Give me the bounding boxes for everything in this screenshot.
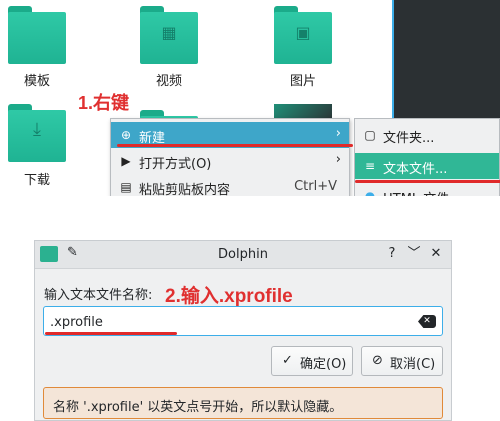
folder-label-videos: 视频	[155, 74, 182, 89]
folder-icon: ▢	[364, 128, 376, 142]
folder-label-downloads: 下载	[23, 173, 50, 188]
context-menu: ⊕ 新建 › ▶ 打开方式(O) › ▤ 粘贴剪贴板内容 Ctrl+V	[110, 118, 353, 196]
video-folder-icon[interactable]: ▦	[140, 6, 198, 64]
template-folder-icon[interactable]	[8, 6, 66, 64]
hidden-file-warning: 名称 '.xprofile' 以英文点号开始，所以默认隐藏。	[43, 387, 443, 419]
file-manager-view: 模板 ▦ 视频 ▣ 图片 ⤓ 下载 1.右键 ⊕ 新建 › ▶ 打开方式(O) …	[0, 0, 500, 196]
dialog-titlebar: ✎ Dolphin ? ﹀ ✕	[35, 241, 451, 269]
submenu-item-html-file[interactable]: ● HTML 文件	[355, 183, 499, 196]
folder-label-pictures: 图片	[289, 74, 316, 89]
submenu-item-folder[interactable]: ▢ 文件夹...	[355, 122, 499, 148]
new-submenu: ▢ 文件夹... ≡ 文本文件... ● HTML 文件	[354, 118, 500, 196]
chevron-right-icon: ›	[335, 152, 341, 167]
cancel-button[interactable]: ⊘ 取消(C)	[361, 346, 443, 376]
submenu-item-text-file[interactable]: ≡ 文本文件...	[355, 153, 499, 179]
clear-input-icon[interactable]: ✕	[418, 315, 436, 328]
annotation-type-name: 2.输入.xprofile	[165, 286, 293, 307]
download-folder-icon[interactable]: ⤓	[8, 104, 66, 162]
html-file-icon: ●	[364, 189, 376, 196]
help-button[interactable]: ?	[383, 245, 401, 263]
close-button[interactable]: ✕	[427, 245, 445, 263]
create-text-file-dialog: ✎ Dolphin ? ﹀ ✕ 输入文本文件名称: 2.输入.xprofile …	[34, 240, 452, 421]
filename-input[interactable]	[50, 312, 410, 332]
filename-prompt: 输入文本文件名称:	[44, 288, 153, 303]
chevron-right-icon: ›	[335, 126, 341, 141]
warning-text: 名称 '.xprofile' 以英文点号开始，所以默认隐藏。	[53, 400, 343, 415]
new-icon: ⊕	[120, 128, 132, 142]
text-file-icon: ≡	[364, 159, 376, 173]
annotation-underline-new	[117, 144, 353, 147]
cancel-icon: ⊘	[372, 353, 383, 368]
annotation-right-click: 1.右键	[78, 93, 130, 113]
paste-icon: ▤	[120, 180, 132, 194]
annotation-underline-input	[45, 332, 177, 335]
menu-item-open-with[interactable]: ▶ 打开方式(O) ›	[111, 148, 349, 174]
ok-button[interactable]: ✓ 确定(O)	[271, 346, 353, 376]
folder-label-templates: 模板	[23, 74, 50, 89]
picture-folder-icon[interactable]: ▣	[274, 6, 332, 64]
check-icon: ✓	[282, 353, 293, 368]
menu-item-paste[interactable]: ▤ 粘贴剪贴板内容 Ctrl+V	[111, 174, 349, 196]
open-with-icon: ▶	[121, 154, 131, 168]
minimize-button[interactable]: ﹀	[405, 245, 423, 263]
